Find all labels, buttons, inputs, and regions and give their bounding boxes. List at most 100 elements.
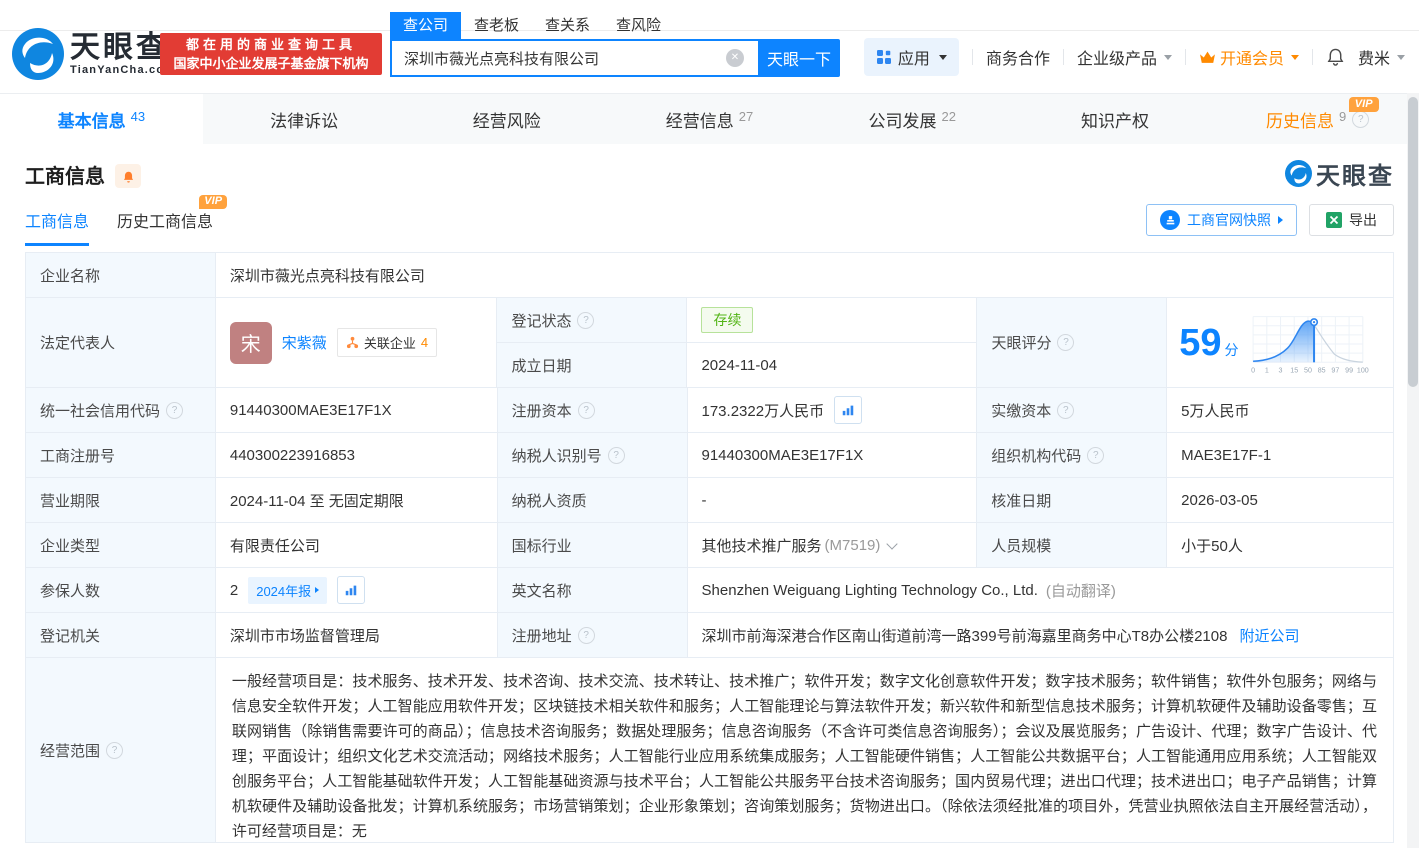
tianyancha-logo[interactable]: 天眼查 TianYanCha.com xyxy=(12,28,175,80)
reg-capital-value: 173.2322万人民币 xyxy=(701,402,825,420)
help-icon[interactable] xyxy=(166,401,184,419)
export-label: 导出 xyxy=(1349,212,1377,228)
nav-open-vip[interactable]: 开通会员 xyxy=(1199,45,1299,69)
field-label: 纳税人资质 xyxy=(497,478,688,523)
nav-cooperation[interactable]: 商务合作 xyxy=(986,45,1050,69)
tab-operating-info[interactable]: 经营信息 27 xyxy=(608,94,811,144)
table-row: 企业名称 深圳市薇光点亮科技有限公司 xyxy=(26,253,1394,298)
section-title: 工商信息 xyxy=(25,166,105,188)
registry-value: 深圳市市场监督管理局 xyxy=(215,613,498,658)
search-button[interactable]: 天眼一下 xyxy=(758,39,840,77)
tianyancha-watermark-icon xyxy=(1285,160,1312,187)
stamp-icon xyxy=(1160,210,1180,230)
tab-label: 法律诉讼 xyxy=(270,111,339,131)
apps-label: 应用 xyxy=(897,51,930,68)
search-input[interactable] xyxy=(390,39,758,77)
promo-banner: 都在用的商业查询工具 国家中小企业发展子基金旗下机构 xyxy=(160,33,382,75)
table-row: 工商注册号 440300223916853 纳税人识别号 91440300MAE… xyxy=(26,433,1394,478)
nav-divider xyxy=(1184,49,1186,65)
help-icon[interactable] xyxy=(1057,401,1075,419)
clear-icon[interactable] xyxy=(726,49,744,67)
apps-menu[interactable]: 应用 xyxy=(863,38,959,76)
label-text: 经营范围 xyxy=(40,742,101,760)
snapshot-label: 工商官网快照 xyxy=(1187,212,1271,228)
tab-operating-risk[interactable]: 经营风险 xyxy=(405,94,608,144)
table-row: 法定代表人 宋 宋紫薇 关联企业 4 登记状态 ? 存续 成立日期 2024-1… xyxy=(26,298,1394,388)
related-companies-badge[interactable]: 关联企业 4 xyxy=(336,328,438,357)
field-label: 统一社会信用代码 xyxy=(26,388,216,433)
chevron-down-icon xyxy=(938,54,947,60)
tianyancha-company-page: 天眼查 TianYanCha.com 都在用的商业查询工具 国家中小企业发展子基… xyxy=(0,0,1419,848)
industry-cell[interactable]: 其他技术推广服务 (M7519) xyxy=(687,523,978,568)
tab-legal-litigation[interactable]: 法律诉讼 xyxy=(203,94,406,144)
help-icon[interactable] xyxy=(106,741,124,759)
field-label: 人员规模 xyxy=(977,523,1168,568)
svg-text:15: 15 xyxy=(1290,366,1298,374)
legal-rep-name-link[interactable]: 宋紫薇 xyxy=(282,332,327,353)
help-icon[interactable] xyxy=(1057,334,1075,351)
tab-company-development[interactable]: 公司发展 22 xyxy=(811,94,1014,144)
section-header: 工商信息 天眼查 xyxy=(25,144,1394,200)
vip-badge: VIP xyxy=(199,195,228,209)
help-icon[interactable] xyxy=(1087,446,1105,464)
search-type-tabs: 查公司 查老板 查关系 查风险 xyxy=(390,12,674,39)
tab-intellectual-property[interactable]: 知识产权 xyxy=(1014,94,1217,144)
legal-rep-avatar[interactable]: 宋 xyxy=(229,321,272,364)
insured-trend-icon[interactable] xyxy=(337,576,366,604)
insured-cell: 2 2024年报 xyxy=(215,568,498,613)
scrollbar-thumb[interactable] xyxy=(1408,97,1418,387)
label-text: 注册地址 xyxy=(511,627,572,645)
help-icon[interactable] xyxy=(607,446,625,464)
tab-label: 经营信息 xyxy=(665,111,734,131)
export-button[interactable]: 导出 xyxy=(1309,204,1394,236)
subtab-business-info[interactable]: 工商信息 xyxy=(25,208,90,246)
header-divider xyxy=(0,30,1419,31)
tab-label: 公司发展 xyxy=(868,111,937,131)
tab-count: 27 xyxy=(738,108,754,124)
business-info-section: 工商信息 天眼查 工商信息 历史工商信息 VIP 工商官网快照 导出 企业名称 … xyxy=(0,144,1419,843)
industry-code: (M7519) xyxy=(824,536,881,554)
field-label: 注册地址 xyxy=(497,613,688,658)
status-badge: 存续 xyxy=(701,307,754,333)
tab-count: 9 xyxy=(1339,108,1347,124)
tab-label: 基本信息 xyxy=(57,111,126,131)
subtab-label: 历史工商信息 xyxy=(117,214,214,231)
tab-basic-info[interactable]: 基本信息 43 xyxy=(0,94,203,144)
chevron-down-icon xyxy=(886,538,899,550)
subtab-history-business-info[interactable]: 历史工商信息 VIP xyxy=(117,195,228,246)
field-label: 参保人数 xyxy=(26,568,216,613)
nearby-companies-link[interactable]: 附近公司 xyxy=(1239,625,1299,646)
chevron-down-icon xyxy=(1163,54,1172,60)
subscribe-bell-icon[interactable] xyxy=(115,164,141,188)
search-tab-relation[interactable]: 查关系 xyxy=(532,12,603,39)
field-label: 天眼评分 xyxy=(977,298,1168,388)
notification-bell-icon[interactable] xyxy=(1326,47,1345,67)
field-label: 注册资本 xyxy=(497,388,688,433)
table-row: 登记机关 深圳市市场监督管理局 注册地址 深圳市前海深港合作区南山街道前湾一路3… xyxy=(26,613,1394,658)
help-icon[interactable] xyxy=(577,626,595,644)
tab-count: 43 xyxy=(130,108,146,124)
svg-text:85: 85 xyxy=(1317,366,1325,374)
nav-divider xyxy=(971,49,973,65)
score-cell[interactable]: 59 分 0 1 3 15 50 85 97 99 100 xyxy=(1167,298,1394,388)
help-icon[interactable] xyxy=(577,311,595,329)
search-tab-boss[interactable]: 查老板 xyxy=(461,12,532,39)
help-icon[interactable] xyxy=(1352,110,1370,128)
nav-user-label: 费米 xyxy=(1357,51,1390,68)
company-name-value: 深圳市薇光点亮科技有限公司 xyxy=(215,253,1394,298)
help-icon[interactable] xyxy=(577,401,595,419)
table-row: 企业类型 有限责任公司 国标行业 其他技术推广服务 (M7519) 人员规模 小… xyxy=(26,523,1394,568)
nav-enterprise-products[interactable]: 企业级产品 xyxy=(1077,45,1172,69)
annual-report-badge[interactable]: 2024年报 xyxy=(248,576,328,604)
promo-line-1: 都在用的商业查询工具 xyxy=(185,37,356,52)
capital-trend-icon[interactable] xyxy=(834,396,863,424)
table-row: 参保人数 2 2024年报 英文名称 Shenzhen Weiguang Lig… xyxy=(26,568,1394,613)
credit-code-value: 91440300MAE3E17F1X xyxy=(215,388,498,433)
tab-history-info[interactable]: VIP 历史信息 9 xyxy=(1216,94,1419,144)
nav-user[interactable]: 费米 xyxy=(1358,45,1405,69)
svg-text:1: 1 xyxy=(1264,366,1268,374)
search-tab-risk[interactable]: 查风险 xyxy=(603,12,674,39)
official-snapshot-button[interactable]: 工商官网快照 xyxy=(1146,204,1297,236)
page-tabs: 基本信息 43 法律诉讼 经营风险 经营信息 27 公司发展 22 知识产权 V… xyxy=(0,93,1419,144)
search-tab-company[interactable]: 查公司 xyxy=(390,12,462,39)
